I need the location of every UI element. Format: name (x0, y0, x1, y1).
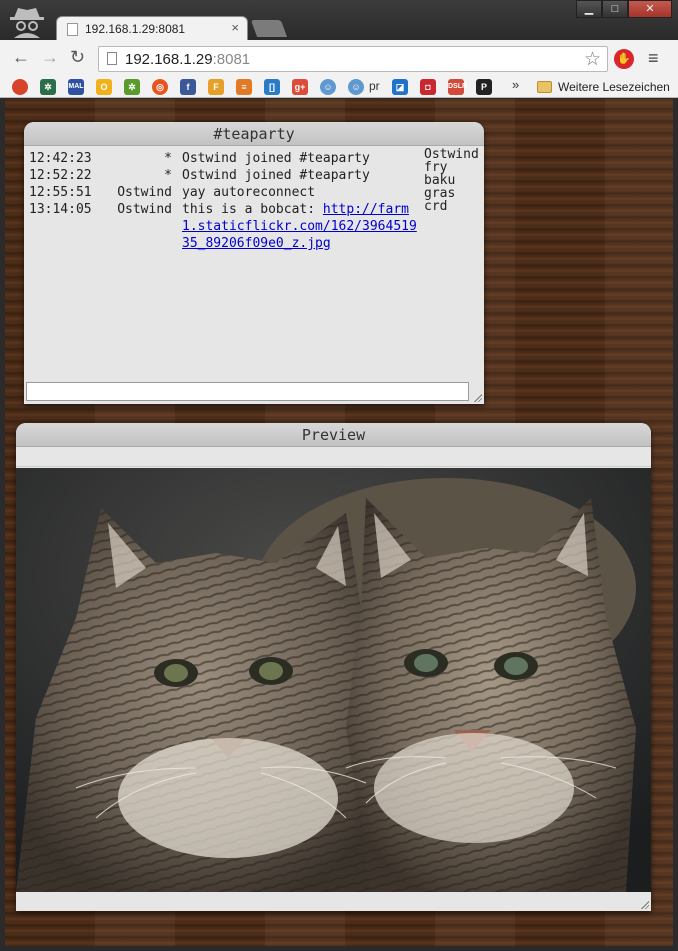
message-row: 12:52:22 * Ostwind joined #teaparty (29, 167, 419, 184)
message-time: 13:14:05 (29, 202, 92, 217)
message-row: 12:42:23 * Ostwind joined #teaparty (29, 150, 419, 167)
maximize-button[interactable]: □ (602, 0, 628, 18)
bookmark-icon[interactable]: ◪ (392, 79, 408, 95)
bookmark-icon[interactable]: P (476, 79, 492, 95)
page-icon (107, 52, 117, 65)
close-window-button[interactable]: ✕ (628, 0, 672, 18)
bookmark-reddit-icon[interactable]: ☺ (320, 79, 336, 95)
back-arrow-icon[interactable]: ← (12, 48, 30, 66)
bookmark-label[interactable]: pr (369, 79, 380, 93)
message-text: this is a bobcat: (182, 202, 323, 217)
message-time: 12:42:23 (29, 151, 92, 166)
message-time: 12:52:22 (29, 168, 92, 183)
new-tab-button[interactable] (250, 20, 288, 37)
preview-window: Preview (16, 423, 651, 911)
tab-title: 192.168.1.29:8081 (85, 22, 186, 36)
tab-close-icon[interactable]: × (231, 20, 239, 35)
bookmark-facebook-icon[interactable]: f (180, 79, 196, 95)
page-icon (67, 23, 78, 36)
message-time: 12:55:51 (29, 185, 92, 200)
resize-handle-icon[interactable] (640, 900, 649, 909)
bookmark-reddit-icon[interactable]: ☺ (348, 79, 364, 95)
bobcat-photo (16, 468, 651, 892)
reload-icon[interactable]: ↻ (70, 48, 85, 66)
message-text: Ostwind joined #teaparty (182, 168, 370, 183)
bookmark-stackoverflow-icon[interactable]: ≡ (236, 79, 252, 95)
preview-window-title[interactable]: Preview (16, 423, 651, 447)
message-nick: Ostwind (117, 185, 172, 200)
chrome-menu-icon[interactable]: ≡ (648, 48, 659, 69)
message-nick: * (164, 151, 172, 166)
browser-titlebar: 192.168.1.29:8081 × ▁ □ ✕ (0, 0, 678, 42)
browser-tab[interactable]: 192.168.1.29:8081 × (56, 16, 248, 42)
minimize-button[interactable]: ▁ (576, 0, 602, 18)
forward-arrow-icon[interactable]: → (41, 48, 59, 66)
adblock-extension-icon[interactable]: ✋ (614, 49, 634, 69)
folder-label: Weitere Lesezeichen (558, 80, 670, 94)
resize-handle-icon[interactable] (473, 393, 482, 402)
preview-footer (16, 892, 651, 911)
preview-toolbar (16, 447, 651, 467)
address-bar[interactable]: 192.168.1.29:8081 ☆ (98, 46, 608, 72)
bookmark-star-icon[interactable]: ☆ (584, 48, 601, 71)
message-text: yay autoreconnect (182, 185, 316, 200)
bookmark-icon[interactable] (12, 79, 28, 95)
page-content: #teaparty 12:42:23 * Ostwind joined #tea… (5, 99, 673, 946)
message-row: 12:55:51 Ostwind yay autoreconnect (29, 184, 419, 201)
message-nick: * (164, 168, 172, 183)
bookmark-icon[interactable]: ✲ (40, 79, 56, 95)
url-host: 192.168.1.29 (125, 51, 213, 68)
bookmark-icon[interactable]: ✲ (124, 79, 140, 95)
bookmark-ubuntu-icon[interactable]: ◎ (152, 79, 168, 95)
user-list: Ostwind fry baku gras crd (424, 148, 479, 213)
other-bookmarks-folder[interactable]: Weitere Lesezeichen (537, 78, 670, 96)
message-log: 12:42:23 * Ostwind joined #teaparty 12:5… (29, 150, 419, 252)
user-list-item[interactable]: crd (424, 200, 479, 213)
message-text: Ostwind joined #teaparty (182, 151, 370, 166)
url-port: :8081 (212, 51, 251, 68)
bookmark-mal-icon[interactable]: MAL (68, 79, 84, 95)
chat-input[interactable] (26, 382, 469, 401)
bookmark-dslr-icon[interactable]: DSLR (448, 79, 467, 95)
bookmarks-overflow-button[interactable]: » (512, 77, 519, 92)
irc-window-title[interactable]: #teaparty (24, 122, 484, 146)
folder-icon (537, 81, 552, 93)
bookmark-icon[interactable]: O (96, 79, 112, 95)
incognito-icon (10, 8, 44, 38)
irc-window: #teaparty 12:42:23 * Ostwind joined #tea… (24, 122, 484, 404)
bookmark-googleplus-icon[interactable]: g+ (292, 79, 308, 95)
bookmark-icon[interactable]: [] (264, 79, 280, 95)
bookmarks-bar: ✲ MAL O ✲ ◎ f F ≡ [] g+ ☺ ☺ pr ◪ ◘ DSLR … (0, 76, 678, 98)
bookmark-icon[interactable]: ◘ (420, 79, 436, 95)
message-row: 13:14:05 Ostwind this is a bobcat: http:… (29, 201, 419, 252)
message-nick: Ostwind (117, 202, 172, 217)
bookmark-icon[interactable]: F (208, 79, 224, 95)
browser-toolbar: ← → ↻ 192.168.1.29:8081 ☆ ✋ ≡ (0, 40, 678, 76)
